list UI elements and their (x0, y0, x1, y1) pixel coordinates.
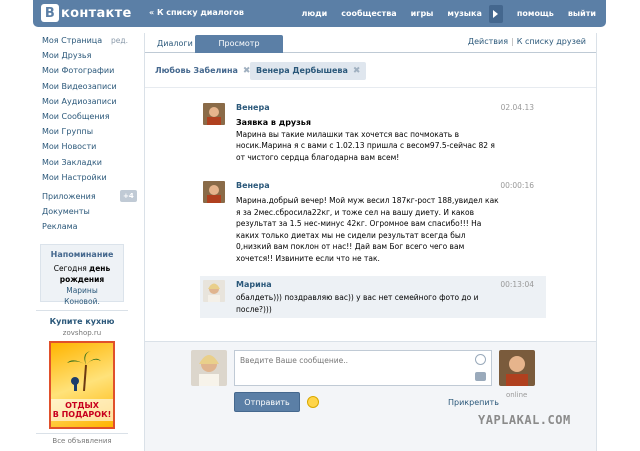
vk-logo-icon: В (41, 4, 59, 22)
birthday-person-link[interactable]: Марины (66, 286, 98, 295)
message-input[interactable]: Введите Ваше сообщение.. (234, 350, 492, 386)
avatar[interactable] (203, 280, 225, 302)
back-to-dialogs-link[interactable]: « К списку диалогов (149, 0, 244, 27)
nav-music[interactable]: музыка (447, 9, 481, 18)
dialog-tag-name: Венера Дербышева (256, 66, 348, 75)
nav-help[interactable]: помощь (517, 9, 554, 18)
dialog-tag-lyubov[interactable]: Любовь Забелина ✖ (149, 62, 256, 80)
avatar-photo-icon (203, 181, 225, 203)
avatar-photo-icon (499, 350, 535, 386)
message-item: Венера 02.04.13 Заявка в друзья Марина в… (200, 103, 546, 173)
avatar[interactable] (203, 181, 225, 203)
friends-list-link[interactable]: К списку друзей (517, 37, 586, 46)
ad-image[interactable]: ОТДЫХ В ПОДАРОК! (49, 341, 115, 429)
message-text: Марина.добрый вечер! Мой муж весил 187кг… (236, 196, 499, 263)
ad-banner-text: ОТДЫХ В ПОДАРОК! (51, 399, 113, 421)
tab-actions: Действия | К списку друзей (468, 37, 586, 46)
ad-title[interactable]: Купите кухню (36, 310, 128, 326)
sidebar-item-settings[interactable]: Мои Настройки (42, 170, 142, 185)
message-time: 00:00:16 (500, 181, 534, 190)
emoji-icon[interactable] (307, 396, 319, 408)
nav-communities[interactable]: сообщества (341, 9, 396, 18)
birthday-reminder: Напоминание Сегодня день рождения Марины… (40, 244, 124, 306)
message-history: Венера 02.04.13 Заявка в друзья Марина в… (145, 89, 596, 339)
sidebar-item-friends[interactable]: Мои Друзья (42, 48, 142, 63)
reminder-text-part: рождения (59, 275, 105, 284)
sidebar-item-videos[interactable]: Мои Видеозаписи (42, 79, 142, 94)
tab-view-dialogs[interactable]: Просмотр диалогов (195, 35, 283, 65)
edit-link[interactable]: ред. (111, 33, 128, 48)
message-time: 00:13:04 (500, 280, 534, 289)
sidebar-item-photos[interactable]: Мои Фотографии (42, 63, 142, 78)
top-nav: люди сообщества игры музыка помощь выйти (288, 0, 596, 27)
sidebar-item-documents[interactable]: Документы (42, 204, 142, 219)
message-text: Марина вы такие милашки так хочется вас … (236, 129, 495, 162)
nav-people[interactable]: люди (302, 9, 328, 18)
birthday-person-link[interactable]: Коновой. (64, 297, 100, 306)
message-input-placeholder: Введите Ваше сообщение.. (240, 356, 348, 365)
message-subject: Заявка в друзья (236, 118, 311, 127)
reminder-text-part: день (89, 264, 111, 273)
nav-logout[interactable]: выйти (568, 9, 596, 18)
play-icon[interactable] (488, 4, 503, 23)
reminder-text: Сегодня день рождения Марины Коновой. (41, 259, 123, 307)
actions-link[interactable]: Действия (468, 37, 508, 46)
sidebar-item-my-page[interactable]: Моя Страница ред. (42, 33, 142, 48)
message-item: Венера 00:00:16 Марина.добрый вечер! Мой… (200, 181, 546, 273)
message-item: Марина 00:13:04 обалдеть))) поздравляю в… (200, 276, 546, 318)
sender-name[interactable]: Марина (236, 280, 272, 289)
avatar-photo-icon (203, 280, 225, 302)
sidebar-item-apps[interactable]: Приложения +4 (42, 189, 142, 204)
sidebar-item-audio[interactable]: Мои Аудиозаписи (42, 94, 142, 109)
sidebar-item-news[interactable]: Мои Новости (42, 139, 142, 154)
send-button[interactable]: Отправить (234, 392, 300, 412)
online-status: online (506, 391, 528, 399)
avatar-photo-icon (191, 350, 227, 386)
attach-link[interactable]: Прикрепить (448, 398, 499, 407)
dialog-panel: Диалоги Просмотр диалогов Действия|К спи… (144, 33, 597, 451)
top-bar: В контакте « К списку диалогов люди сооб… (33, 0, 606, 27)
message-text: обалдеть))) поздравляю вас)) у вас нет с… (236, 293, 479, 314)
sidebar-item-ads[interactable]: Реклама (42, 219, 142, 234)
my-avatar[interactable] (191, 350, 227, 386)
sidebar-item-messages[interactable]: Мои Сообщения (42, 109, 142, 124)
actions-separator: | (511, 37, 514, 46)
ad-domain: zovshop.ru (62, 329, 102, 337)
sidebar-item-label: Приложения (42, 191, 96, 201)
message-body: Заявка в друзья Марина вы такие милашки … (236, 117, 501, 163)
tabs-row: Диалоги Просмотр диалогов Действия|К спи… (145, 33, 596, 65)
all-ads-link[interactable]: Все объявления (36, 433, 128, 445)
reminder-title: Напоминание (50, 250, 114, 259)
close-icon[interactable]: ✖ (353, 66, 361, 76)
message-time: 02.04.13 (500, 103, 534, 112)
watermark: YAPLAKAL.COM (478, 413, 571, 427)
sender-name[interactable]: Венера (236, 181, 270, 190)
sidebar-item-bookmarks[interactable]: Мои Закладки (42, 155, 142, 170)
sidebar-ad[interactable]: Купите кухню zovshop.ru ОТДЫХ В ПОДАРОК!… (36, 310, 128, 445)
left-sidebar: Моя Страница ред. Мои Друзья Мои Фотогра… (42, 33, 142, 234)
tab-dialogs[interactable]: Диалоги (150, 35, 200, 53)
open-dialogs-row: Любовь Забелина ✖ Венера Дербышева ✖ (145, 54, 596, 88)
sidebar-item-groups[interactable]: Мои Группы (42, 124, 142, 139)
nav-games[interactable]: игры (411, 9, 434, 18)
recipient-avatar[interactable] (499, 350, 535, 386)
sender-name[interactable]: Венера (236, 103, 270, 112)
message-composer: Введите Ваше сообщение.. online Отправит… (145, 341, 596, 451)
avatar[interactable] (203, 103, 225, 125)
reminder-text-part: Сегодня (53, 264, 87, 273)
vk-logo-text: контакте (61, 5, 132, 21)
camera-icon[interactable] (475, 372, 486, 381)
dialog-tag-name: Любовь Забелина (155, 66, 238, 75)
avatar-photo-icon (203, 103, 225, 125)
dialog-tag-venera[interactable]: Венера Дербышева ✖ (250, 62, 367, 80)
vk-logo[interactable]: В контакте (41, 3, 132, 23)
apps-count-badge: +4 (120, 189, 137, 202)
sidebar-item-label: Моя Страница (42, 36, 103, 45)
smile-icon[interactable] (475, 354, 486, 365)
palm-tree-icon (67, 351, 101, 391)
